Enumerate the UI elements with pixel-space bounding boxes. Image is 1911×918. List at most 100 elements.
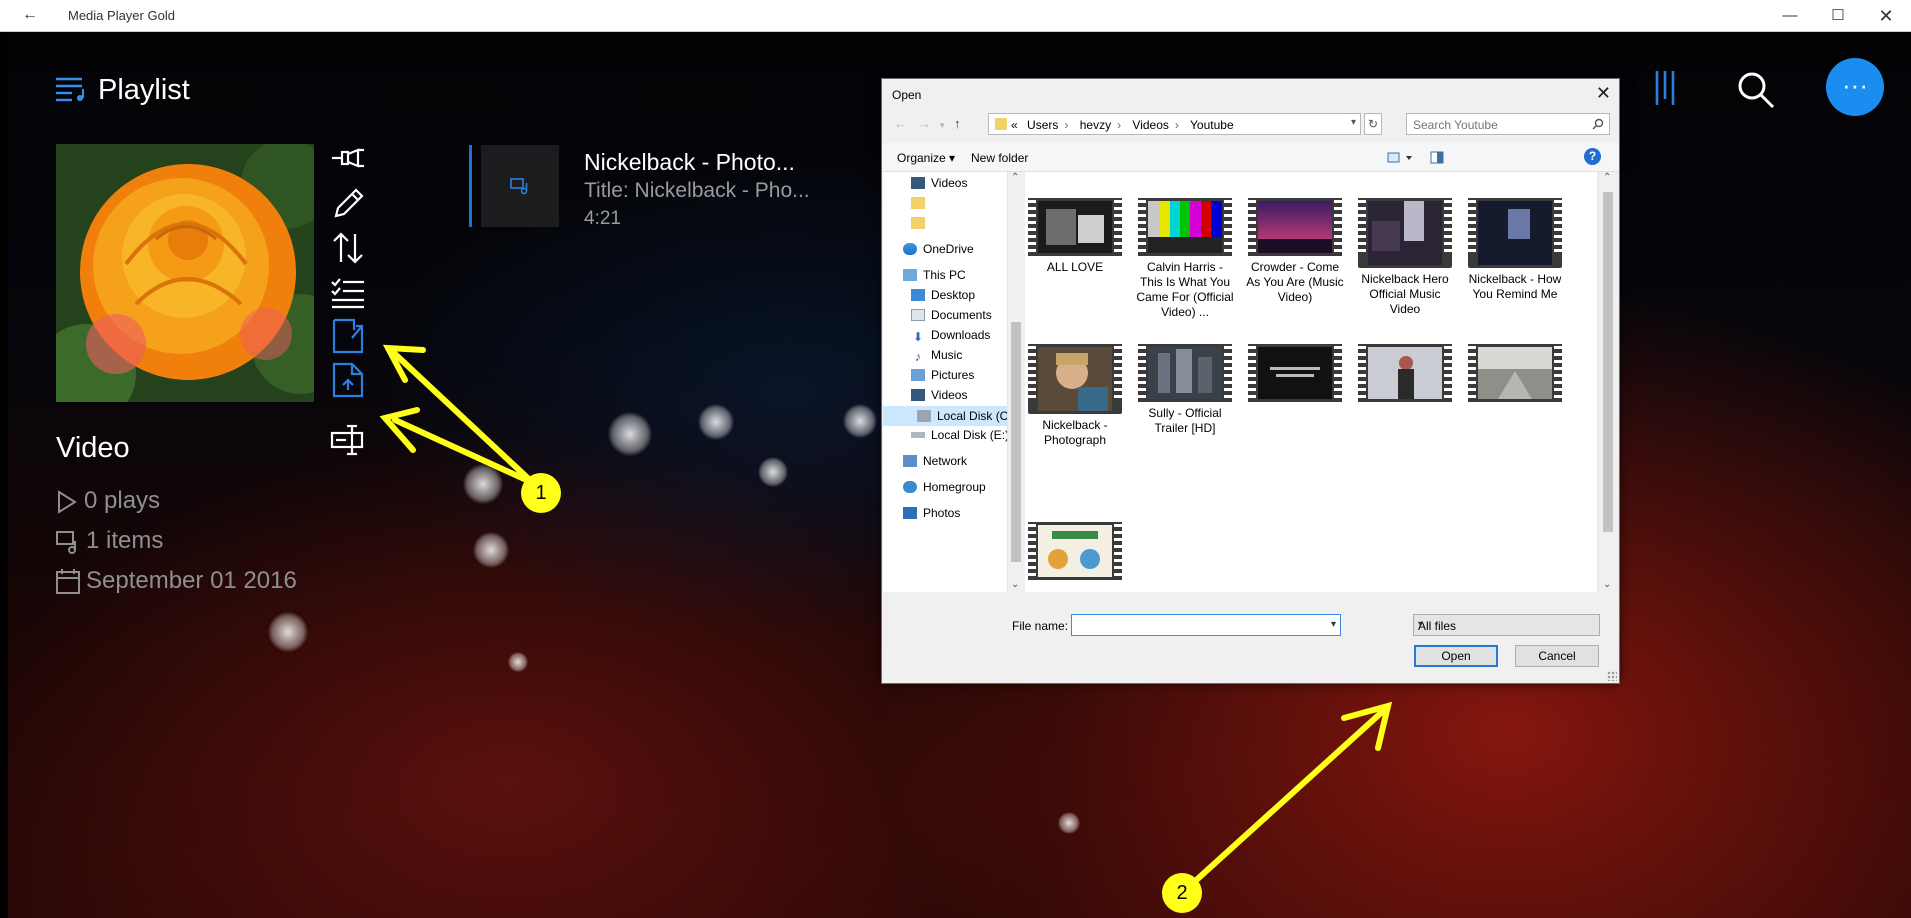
breadcrumb-overflow[interactable]: « [1011, 118, 1018, 132]
dialog-close-button[interactable]: ✕ [1596, 83, 1611, 104]
file-item[interactable]: Calvin Harris - This Is What You Came Fo… [1135, 198, 1235, 320]
nav-item-network[interactable]: Network [903, 454, 967, 468]
nav-item-folder[interactable] [911, 216, 931, 230]
file-type-select[interactable]: All files ▾ [1413, 614, 1600, 636]
file-item[interactable] [1355, 344, 1455, 406]
back-button[interactable]: ← [22, 6, 38, 24]
nav-item-videos[interactable]: Videos [911, 176, 967, 190]
scrollbar-thumb[interactable] [1011, 322, 1021, 562]
video-thumbnail [1358, 344, 1452, 402]
file-item[interactable] [1025, 522, 1125, 584]
breadcrumb-users[interactable]: Users [1027, 118, 1058, 132]
media-items-icon [56, 530, 76, 554]
video-thumbnail [1028, 522, 1122, 580]
maximize-button[interactable]: ☐ [1818, 4, 1858, 28]
file-item[interactable]: Nickelback - Photograph [1025, 344, 1125, 448]
breadcrumb-hevzy[interactable]: hevzy [1080, 118, 1111, 132]
organize-menu[interactable]: Organize ▾ [897, 151, 955, 165]
breadcrumb-separator-icon[interactable]: › [1117, 118, 1121, 132]
nav-item-documents[interactable]: Documents [911, 308, 992, 322]
search-input[interactable] [1411, 116, 1585, 134]
file-item[interactable]: Nickelback Hero Official Music Video [1355, 198, 1455, 317]
network-icon [903, 455, 917, 467]
preview-pane-icon[interactable] [1430, 151, 1444, 164]
chevron-down-icon[interactable]: ▾ [1331, 619, 1336, 630]
nav-item-folder[interactable] [911, 196, 931, 210]
file-name-input[interactable] [1075, 617, 1319, 635]
search-icon[interactable] [1736, 70, 1776, 110]
file-name-combobox[interactable]: ▾ [1071, 614, 1341, 636]
nav-item-homegroup[interactable]: Homegroup [903, 480, 986, 494]
nav-item-local-disk-c[interactable]: Local Disk (C:) [883, 406, 1007, 426]
more-options-button[interactable]: ··· [1826, 58, 1884, 116]
pictures-icon [911, 369, 925, 381]
edit-icon[interactable] [330, 186, 366, 222]
forward-arrow-icon[interactable]: → [918, 116, 931, 131]
refresh-button[interactable]: ↻ [1364, 113, 1382, 135]
file-name: Sully - Official Trailer [HD] [1148, 406, 1222, 435]
import-file-icon[interactable] [330, 318, 366, 354]
open-file-icon[interactable] [330, 362, 366, 398]
navigation-pane: Videos OneDrive This PC Desktop Document… [883, 172, 1007, 592]
sort-icon[interactable] [330, 230, 366, 266]
open-button[interactable]: Open [1414, 645, 1498, 667]
address-bar[interactable]: « Users › hevzy › Videos › Youtube ▾ [988, 113, 1361, 135]
search-icon[interactable] [1592, 118, 1604, 130]
navigation-scrollbar[interactable]: ⌃ ⌄ [1007, 172, 1024, 592]
file-item[interactable]: Crowder - Come As You Are (Music Video) [1245, 198, 1345, 305]
resize-grip[interactable] [1607, 671, 1617, 681]
bokeh-light [698, 404, 734, 440]
nav-item-photos[interactable]: Photos [903, 506, 960, 520]
rename-icon[interactable] [330, 422, 366, 458]
breadcrumb-separator-icon[interactable]: › [1175, 118, 1179, 132]
search-box[interactable] [1406, 113, 1610, 135]
nav-item-videos-pc[interactable]: Videos [911, 388, 967, 402]
nav-item-onedrive[interactable]: OneDrive [903, 242, 974, 256]
file-item[interactable]: Nickelback - How You Remind Me [1465, 198, 1565, 302]
minimize-button[interactable]: — [1770, 4, 1810, 28]
scroll-down-icon[interactable]: ⌄ [1603, 579, 1611, 590]
close-window-button[interactable]: ✕ [1866, 4, 1906, 28]
nav-item-downloads[interactable]: ⬇ Downloads [911, 328, 990, 344]
nav-item-pictures[interactable]: Pictures [911, 368, 974, 382]
scrollbar-thumb[interactable] [1603, 192, 1613, 532]
plays-count-row: 0 plays [56, 487, 160, 515]
file-list-scrollbar[interactable]: ⌃ ⌄ [1598, 172, 1617, 592]
open-file-dialog: Open ✕ ← → ▾ ↑ « Users › hevzy › Videos › Y… [881, 78, 1620, 684]
bokeh-light [473, 532, 509, 568]
nav-item-desktop[interactable]: Desktop [911, 288, 975, 302]
scroll-up-icon[interactable]: ⌃ [1011, 172, 1019, 183]
page-title: Playlist [98, 74, 190, 106]
up-arrow-icon[interactable]: ↑ [954, 116, 961, 131]
file-item[interactable]: ALL LOVE [1025, 198, 1125, 275]
download-arrow-icon: ⬇ [912, 330, 924, 344]
file-item[interactable] [1465, 344, 1565, 406]
cancel-button[interactable]: Cancel [1515, 645, 1599, 667]
help-icon[interactable]: ? [1584, 148, 1601, 165]
change-view-icon[interactable] [1387, 152, 1413, 164]
address-dropdown-icon[interactable]: ▾ [1351, 117, 1356, 128]
nav-item-music[interactable]: ♪ Music [911, 348, 963, 364]
playlist-icon [56, 77, 84, 102]
scroll-up-icon[interactable]: ⌃ [1603, 172, 1611, 183]
playlist-name: Video [56, 432, 130, 464]
file-item[interactable]: Sully - Official Trailer [HD] [1135, 344, 1235, 436]
recent-locations-icon[interactable]: ▾ [940, 120, 945, 131]
new-folder-button[interactable]: New folder [971, 151, 1028, 165]
nav-item-local-disk-e[interactable]: Local Disk (E:) [911, 428, 1007, 442]
file-item[interactable] [1245, 344, 1345, 406]
scroll-down-icon[interactable]: ⌄ [1011, 579, 1019, 590]
file-name: ALL LOVE [1046, 260, 1104, 274]
pin-icon[interactable] [330, 140, 366, 176]
playlist-cover-image[interactable] [56, 144, 314, 402]
file-name: Crowder - Come As You Are (Music Video) [1246, 260, 1344, 304]
breadcrumb-youtube[interactable]: Youtube [1190, 118, 1234, 132]
nav-item-this-pc[interactable]: This PC [903, 268, 966, 282]
now-playing-icon[interactable] [1653, 69, 1677, 107]
back-arrow-icon[interactable]: ← [894, 116, 907, 131]
breadcrumb-videos[interactable]: Videos [1132, 118, 1168, 132]
video-thumbnail [1138, 344, 1232, 402]
select-list-icon[interactable] [330, 274, 366, 310]
computer-icon [903, 269, 917, 281]
breadcrumb-separator-icon[interactable]: › [1064, 118, 1068, 132]
